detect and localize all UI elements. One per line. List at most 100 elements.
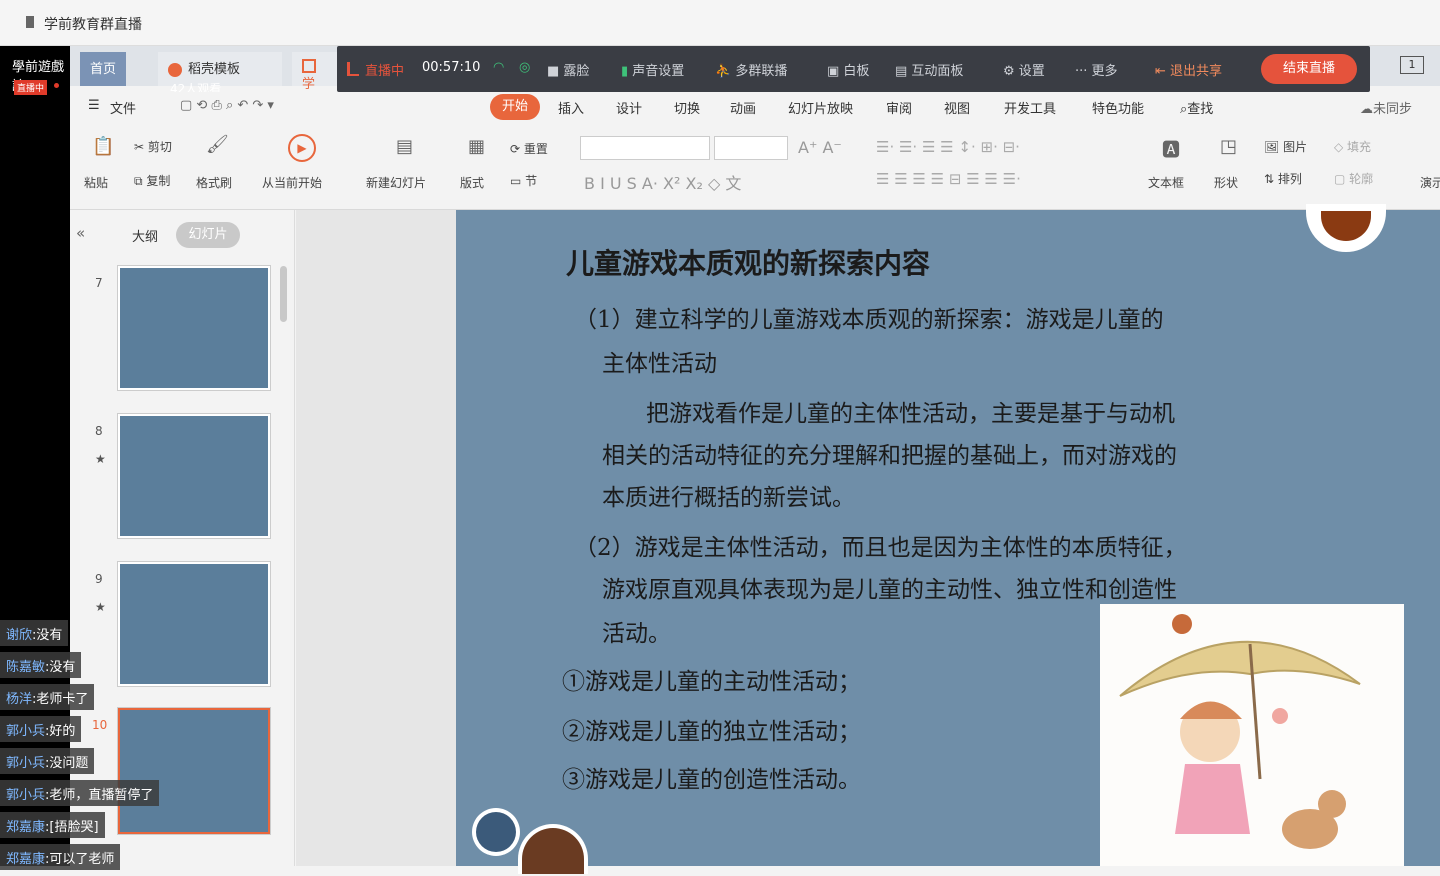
play-icon: ▶ — [288, 134, 316, 162]
camera-button[interactable]: ■ 露脸 — [547, 60, 589, 79]
textbox-button[interactable]: 文本框 — [1148, 174, 1184, 191]
new-slide-button[interactable]: 新建幻灯片 — [366, 174, 426, 191]
section-button[interactable]: ▭ 节 — [510, 172, 537, 189]
outline-tab[interactable]: 大纲 — [132, 226, 158, 245]
chat-message: 郑嘉康:[捂脸哭] — [0, 812, 105, 838]
format-painter-button[interactable]: 格式刷 — [196, 174, 232, 191]
present-button[interactable]: 演示 — [1420, 174, 1440, 191]
tab-slideshow[interactable]: 幻灯片放映 — [788, 98, 853, 117]
font-size-select[interactable] — [714, 136, 788, 160]
cloud-icon: ☁ — [1360, 102, 1373, 117]
text-format-buttons[interactable]: B I U S A· X² X₂ ◇ 文 — [584, 170, 741, 194]
outline-button[interactable]: ▢ 轮廓 — [1334, 170, 1373, 187]
settings-button[interactable]: ⚙ 设置 — [1003, 60, 1045, 79]
live-bars-icon — [347, 62, 359, 76]
tab-developer[interactable]: 开发工具 — [1004, 98, 1056, 117]
live-control-bar: 直播中 00:57:10 ◠ ◎ ■ 露脸 ▮ 声音设置 ⛹ 多群联播 ▣ 白板… — [337, 46, 1370, 92]
multi-group-button[interactable]: ⛹ 多群联播 — [715, 60, 787, 79]
shape-button[interactable]: 形状 — [1214, 174, 1238, 191]
slide-number: 7 — [95, 276, 103, 290]
tab-document[interactable]: 学 — [292, 52, 338, 92]
slide-line: 本质进行概括的新尝试。 — [602, 485, 855, 511]
interaction-panel-button[interactable]: ▤ 互动面板 — [895, 60, 963, 79]
tab-insert[interactable]: 插入 — [558, 98, 584, 117]
arrange-button[interactable]: ⇅ 排列 — [1264, 170, 1302, 187]
slide-number: 8 — [95, 424, 103, 438]
more-icon: ··· — [1075, 64, 1088, 79]
list-buttons[interactable]: ☰· ☰· ☰ ☰ ↕· ⊞· ⊟· — [876, 138, 1020, 156]
slide-line: 主体性活动 — [602, 351, 717, 377]
tab-transition[interactable]: 切换 — [674, 98, 700, 117]
fill-button[interactable]: ◇ 填充 — [1334, 138, 1371, 155]
whiteboard-button[interactable]: ▣ 白板 — [827, 60, 869, 79]
layout-icon: ▦ — [468, 136, 486, 157]
illustration-graphic — [1119, 614, 1361, 849]
decor-circle-image — [518, 824, 588, 874]
tab-start[interactable]: 开始 — [490, 94, 540, 120]
search-button[interactable]: ⌕查找 — [1180, 98, 1213, 117]
copy-button[interactable]: ⧉ 复制 — [134, 172, 170, 189]
quick-access-icons[interactable]: ▢ ⟲ ⎙ ⌕ ↶ ↷ ▾ — [180, 98, 274, 113]
exit-icon: ⇤ — [1155, 64, 1166, 79]
wifi-icon: ◠ — [493, 60, 505, 75]
slide-thumbnail[interactable] — [118, 562, 270, 686]
tab-design[interactable]: 设计 — [616, 98, 642, 117]
chat-message: 陈嘉敏:没有 — [0, 652, 82, 678]
slides-tab[interactable]: 幻灯片 — [176, 222, 240, 248]
panel-scrollbar[interactable] — [280, 266, 287, 322]
workspace — [296, 210, 456, 866]
page-indicator[interactable]: 1 — [1400, 56, 1424, 74]
collapse-panel-icon[interactable]: « — [76, 224, 85, 242]
textbox-icon: 🅰 — [1162, 140, 1180, 161]
picture-button[interactable]: 🖼 图片 — [1264, 138, 1307, 155]
slide-line: ①游戏是儿童的主动性活动； — [562, 669, 861, 695]
live-status: 直播中 — [365, 64, 405, 79]
decor-circle-image — [1306, 204, 1386, 252]
new-slide-icon: ▤ — [396, 136, 414, 157]
paste-button[interactable]: 粘贴 — [84, 174, 108, 191]
chat-overlay: 谢欣:没有 陈嘉敏:没有 杨洋:老师卡了 郭小兵:好的 郭小兵:没问题 郭小兵:… — [0, 620, 160, 876]
font-size-adjust[interactable]: A⁺ A⁻ — [798, 138, 842, 157]
chat-message: 郭小兵:老师，直播暂停了 — [0, 780, 160, 806]
window-titlebar: 学前教育群直播 — [0, 0, 1440, 46]
more-button[interactable]: ··· 更多 — [1075, 60, 1118, 79]
slide-line: 相关的活动特征的充分理解和把握的基础上，而对游戏的 — [602, 443, 1177, 469]
menu-icon[interactable]: ☰ — [88, 98, 100, 113]
live-timer: 00:57:10 — [422, 60, 481, 75]
slide-number: 9 — [95, 572, 103, 586]
slide-thumbnail-selected[interactable] — [118, 708, 270, 834]
tab-animation[interactable]: 动画 — [730, 98, 756, 117]
tab-review[interactable]: 审阅 — [886, 98, 912, 117]
tab-special[interactable]: 特色功能 — [1092, 98, 1144, 117]
gear-icon: ⚙ — [1003, 64, 1015, 79]
slide-canvas[interactable]: 儿童游戏本质观的新探索内容 （1）建立科学的儿童游戏本质观的新探索：游戏是儿童的… — [456, 204, 1440, 874]
audio-settings-button[interactable]: ▮ 声音设置 — [621, 60, 684, 79]
animation-star-icon: ★ — [95, 452, 106, 466]
end-live-button[interactable]: 结束直播 — [1261, 54, 1357, 84]
animation-star-icon: ★ — [95, 600, 106, 614]
file-menu[interactable]: 文件 — [110, 98, 136, 117]
slide-thumbnail[interactable] — [118, 266, 270, 390]
tab-view[interactable]: 视图 — [944, 98, 970, 117]
align-buttons[interactable]: ☰ ☰ ☰ ☰ ⊟ ☰ ☰ ☰· — [876, 170, 1021, 188]
font-family-select[interactable] — [580, 136, 710, 160]
decor-circle-image — [472, 808, 520, 856]
chat-message: 郭小兵:没问题 — [0, 748, 95, 774]
chat-message: 杨洋:老师卡了 — [0, 684, 95, 710]
chat-message: 郭小兵:好的 — [0, 716, 82, 742]
tab-home[interactable]: 首页 — [80, 52, 127, 86]
ppt-icon — [302, 58, 316, 73]
chat-message: 郑嘉康:可以了老师 — [0, 844, 121, 870]
slide-line: ③游戏是儿童的创造性活动。 — [562, 767, 861, 793]
window-title: 学前教育群直播 — [44, 17, 142, 33]
mic-icon: ▮ — [621, 64, 629, 79]
cut-button[interactable]: ✂ 剪切 — [134, 138, 172, 155]
reset-button[interactable]: ⟳ 重置 — [510, 140, 548, 157]
sync-status[interactable]: ☁未同步 — [1360, 98, 1412, 117]
paste-icon: 📋 — [92, 136, 115, 157]
slide-line: （2）游戏是主体性活动，而且也是因为主体性的本质特征， — [574, 535, 1187, 561]
slide-thumbnail[interactable] — [118, 414, 270, 538]
stop-share-button[interactable]: ⇤ 退出共享 — [1155, 60, 1222, 79]
from-current-button[interactable]: 从当前开始 — [262, 174, 322, 191]
layout-button[interactable]: 版式 — [460, 174, 484, 191]
